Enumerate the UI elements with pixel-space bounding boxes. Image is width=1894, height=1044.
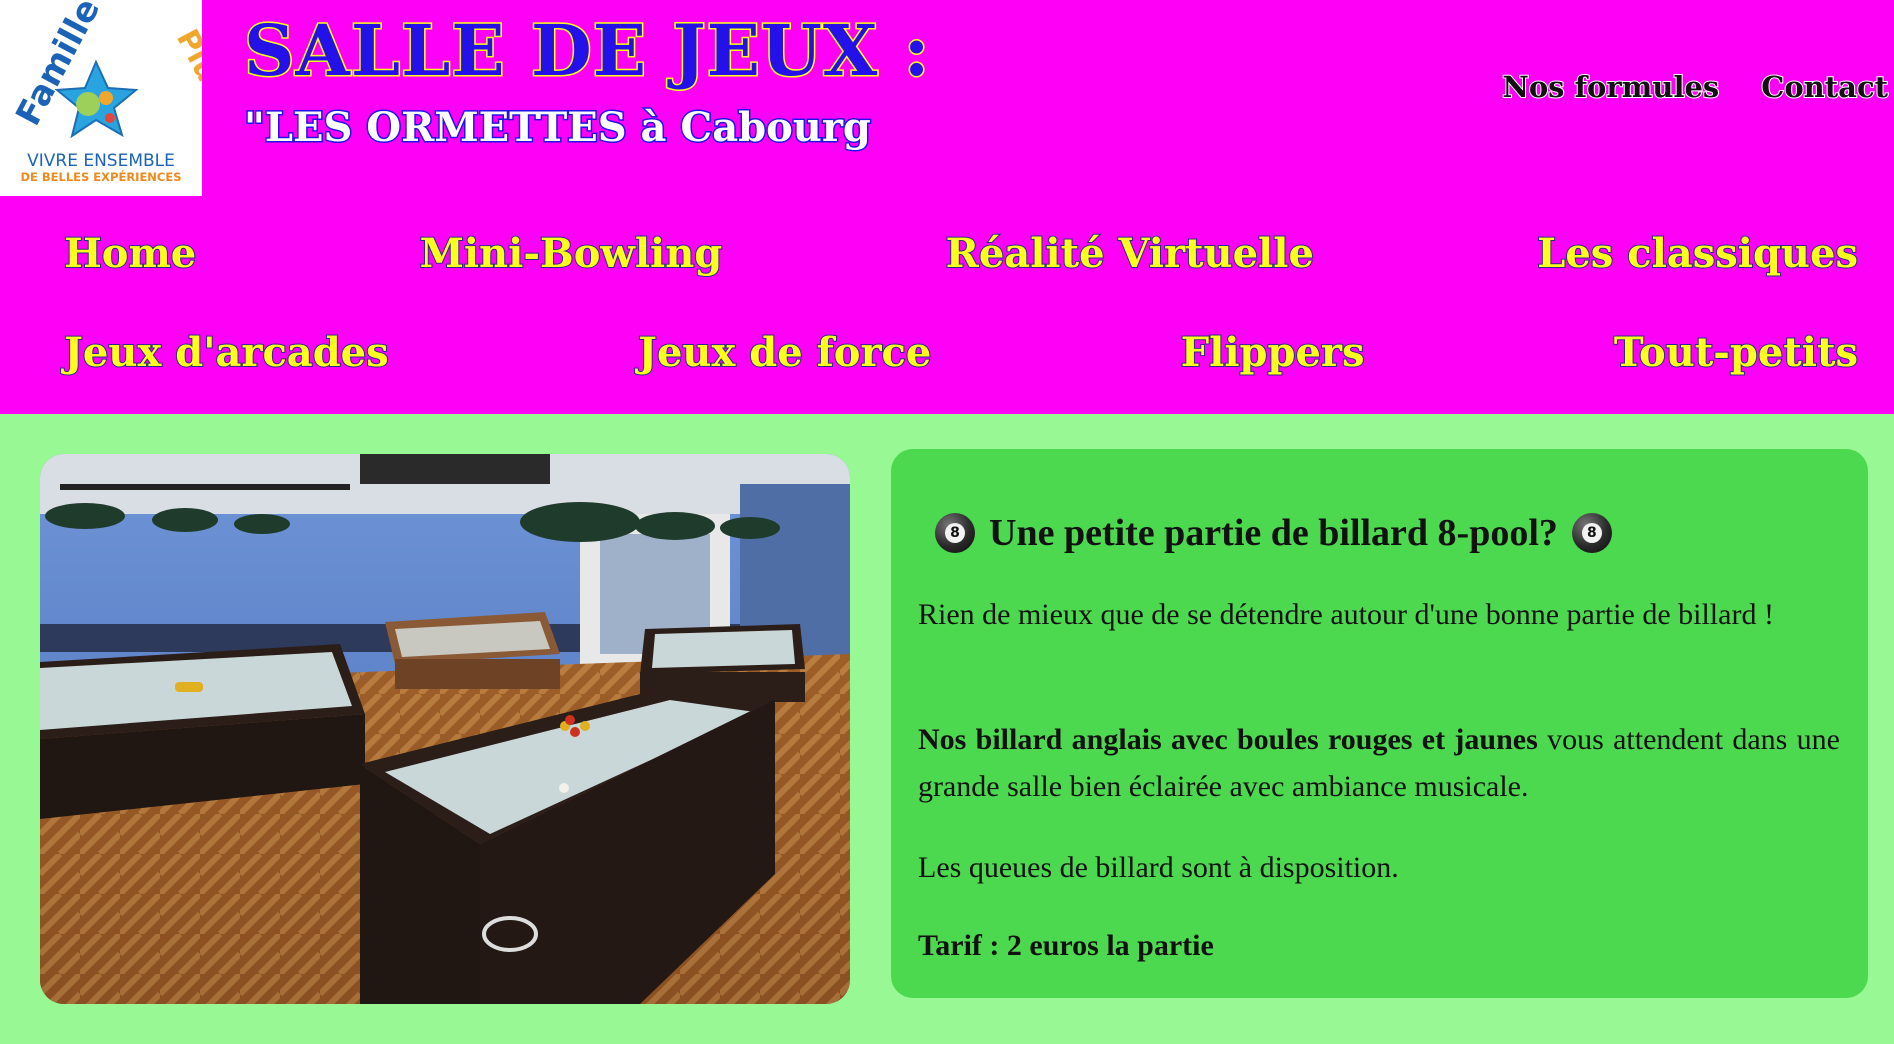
- 8-ball-icon: 8: [1571, 513, 1612, 553]
- famille-plus-logo[interactable]: Famille Plus VIVRE ENSEMBLE DE BELLES EX…: [0, 0, 202, 196]
- logo-word-2: Plus: [169, 24, 202, 104]
- card-paragraph-tables: Nos billard anglais avec boules rouges e…: [918, 716, 1840, 810]
- logo-tagline-2: DE BELLES EXPÉRIENCES: [20, 169, 181, 184]
- 8-ball-icon: 8: [935, 513, 975, 553]
- link-contact[interactable]: Contact: [1760, 69, 1889, 105]
- nav-mini-bowling[interactable]: Mini-Bowling: [419, 224, 724, 284]
- logo-graphic: Famille Plus VIVRE ENSEMBLE DE BELLES EX…: [8, 0, 202, 184]
- card-paragraph-intro: Rien de mieux que de se détendre autour …: [918, 598, 1774, 631]
- nav-tout-petits[interactable]: Tout-petits: [1613, 323, 1859, 383]
- link-nos-formules[interactable]: Nos formules: [1501, 69, 1720, 105]
- billiard-info-card: 8 Une petite partie de billard 8-pool? 8…: [891, 449, 1868, 998]
- card-title-text: Une petite partie de billard 8-pool?: [989, 512, 1558, 554]
- tables-highlight: Nos billard anglais avec boules rouges e…: [918, 723, 1538, 756]
- nav-row-2: Jeux d'arcades Jeux de force Flippers To…: [63, 323, 1859, 383]
- top-links: Nos formules Contact: [1501, 69, 1889, 105]
- site-header: Famille Plus VIVRE ENSEMBLE DE BELLES EX…: [0, 0, 1894, 414]
- page-subtitle: "LES ORMETTES à Cabourg: [243, 103, 873, 153]
- nav-home[interactable]: Home: [63, 224, 197, 284]
- card-price: Tarif : 2 euros la partie: [918, 922, 1840, 969]
- card-title: 8 Une petite partie de billard 8-pool? 8: [935, 511, 1612, 555]
- nav-jeux-arcades[interactable]: Jeux d'arcades: [63, 323, 390, 383]
- nav-flippers[interactable]: Flippers: [1180, 323, 1366, 383]
- billiard-room-photo: [40, 454, 850, 1004]
- nav-jeux-de-force[interactable]: Jeux de force: [637, 323, 932, 383]
- nav-les-classiques[interactable]: Les classiques: [1536, 224, 1859, 284]
- logo-tagline-1: VIVRE ENSEMBLE: [27, 151, 175, 171]
- card-paragraph-cues: Les queues de billard sont à disposition…: [918, 851, 1399, 884]
- nav-row-1: Home Mini-Bowling Réalité Virtuelle Les …: [63, 224, 1859, 284]
- nav-realite-virtuelle[interactable]: Réalité Virtuelle: [945, 224, 1315, 284]
- page-title: SALLE DE JEUX :: [243, 8, 931, 94]
- price-text: Tarif : 2 euros la partie: [918, 929, 1214, 962]
